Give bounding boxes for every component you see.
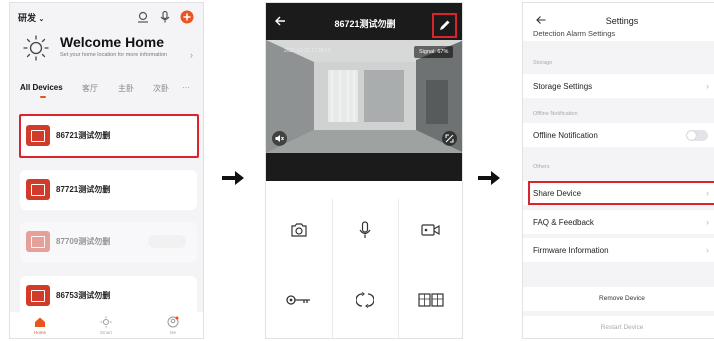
tab-living-room[interactable]: 客厅 (82, 83, 98, 94)
tab-all-devices[interactable]: All Devices (20, 83, 63, 92)
add-device-icon[interactable] (180, 10, 194, 24)
fullscreen-button[interactable] (442, 131, 457, 146)
unlock-button[interactable] (266, 269, 332, 331)
arrow-right-icon (478, 171, 500, 185)
row-label: Offline Notification (533, 131, 598, 140)
video-timestamp: 2025-02-12 17:38:15 (284, 48, 331, 54)
detection-alarm-settings-row[interactable]: Detection Alarm Settings (533, 29, 615, 38)
arrow-right-icon (222, 171, 244, 185)
nav-home-label: Home (33, 330, 46, 335)
row-label: FAQ & Feedback (533, 218, 594, 227)
screenshot-button[interactable] (266, 199, 332, 261)
gallery-icon (418, 293, 444, 307)
settings-screen: Settings Detection Alarm Settings Storag… (522, 2, 714, 339)
device-name: 87709测试勿删 (56, 237, 111, 246)
nav-me-label: Me (169, 330, 177, 335)
nav-smart-label: Smart (99, 330, 112, 335)
highlight-box (528, 181, 714, 205)
microphone-icon[interactable] (158, 10, 172, 24)
remove-device-button[interactable]: Remove Device (523, 287, 714, 311)
device-thumbnail-icon (26, 285, 50, 306)
tab-more[interactable]: ··· (182, 83, 190, 92)
chevron-down-icon: ⌄ (38, 16, 45, 23)
welcome-title: Welcome Home (60, 34, 164, 50)
restart-device-button[interactable]: Restart Device (523, 316, 714, 338)
home-icon (35, 317, 45, 327)
offline-badge (148, 235, 186, 248)
speaker-muted-icon (275, 135, 284, 142)
gallery-button[interactable] (398, 269, 462, 331)
home-selector[interactable]: 研发 ⌄ (18, 11, 44, 24)
storage-settings-row[interactable]: Storage Settings › (523, 74, 714, 98)
camera-controls (266, 199, 462, 338)
row-label: Storage Settings (533, 82, 593, 91)
device-thumbnail-icon (26, 179, 50, 200)
section-header-others: Others (533, 164, 550, 170)
edit-button[interactable] (432, 13, 457, 38)
mute-button[interactable] (272, 131, 287, 146)
section-header-storage: Storage (533, 60, 553, 66)
highlight-box (19, 114, 199, 158)
sun-icon (23, 35, 49, 61)
chevron-right-icon: › (706, 245, 709, 255)
microphone-icon (359, 221, 371, 238)
chevron-right-icon: › (706, 81, 709, 91)
rotate-icon (356, 292, 374, 308)
device-thumbnail-icon (26, 231, 50, 252)
welcome-banner[interactable]: Welcome Home Set your home location for … (10, 30, 203, 74)
faq-feedback-row[interactable]: FAQ & Feedback › (523, 210, 714, 234)
fullscreen-icon (445, 134, 454, 143)
settings-header: Settings Detection Alarm Settings (523, 3, 714, 41)
screenshot-camera-icon (291, 223, 307, 237)
device-name: 87721测试勿删 (56, 185, 111, 194)
camera-screen: 86721测试勿删 2025-02-12 17:38:15 Signal: 67… (265, 2, 463, 339)
record-button[interactable] (398, 199, 462, 261)
row-label: Firmware Information (533, 246, 609, 255)
home-name: 研发 (18, 13, 37, 23)
offline-notification-row: Offline Notification (523, 123, 714, 147)
record-video-icon (421, 224, 440, 236)
offline-notification-toggle[interactable] (686, 130, 708, 141)
chevron-right-icon: › (190, 50, 193, 60)
camera-header: 86721测试勿删 2025-02-12 17:38:15 Signal: 67… (266, 3, 462, 181)
home-screen: 研发 ⌄ Welcome Home Set your home location… (9, 2, 204, 339)
bottom-nav: Home Smart Me (10, 312, 203, 338)
pencil-icon (440, 20, 450, 30)
firmware-information-row[interactable]: Firmware Information › (523, 238, 714, 262)
nav-me[interactable]: Me (153, 316, 193, 335)
nav-home[interactable]: Home (20, 316, 60, 335)
live-video-feed[interactable]: 2025-02-12 17:38:15 Signal: 67% (266, 40, 462, 153)
signal-badge: Signal: 67% (414, 46, 454, 58)
smart-icon (100, 316, 112, 328)
profile-icon (167, 316, 179, 328)
scan-icon[interactable] (136, 10, 150, 24)
device-name: 86753测试勿删 (56, 291, 111, 300)
welcome-subtitle: Set your home location for more informat… (60, 52, 167, 58)
talk-button[interactable] (332, 199, 398, 261)
room-tabs: All Devices 客厅 主卧 次卧 ··· (10, 83, 203, 105)
home-topbar: 研发 ⌄ (10, 3, 203, 31)
key-unlock-icon (286, 295, 310, 305)
nav-smart[interactable]: Smart (86, 316, 126, 335)
device-card[interactable]: 86753测试勿删 (20, 276, 197, 316)
settings-title: Settings (605, 16, 639, 26)
tab-indicator (40, 96, 46, 98)
tab-second-bedroom[interactable]: 次卧 (153, 83, 169, 94)
chevron-right-icon: › (706, 217, 709, 227)
section-header-offline-notification: Offline Notification (533, 111, 578, 117)
device-card-offline[interactable]: 87709测试勿删 (20, 222, 197, 262)
tab-master-bedroom[interactable]: 主卧 (118, 83, 134, 94)
device-card[interactable]: 87721测试勿删 (20, 170, 197, 210)
rotate-button[interactable] (332, 269, 398, 331)
